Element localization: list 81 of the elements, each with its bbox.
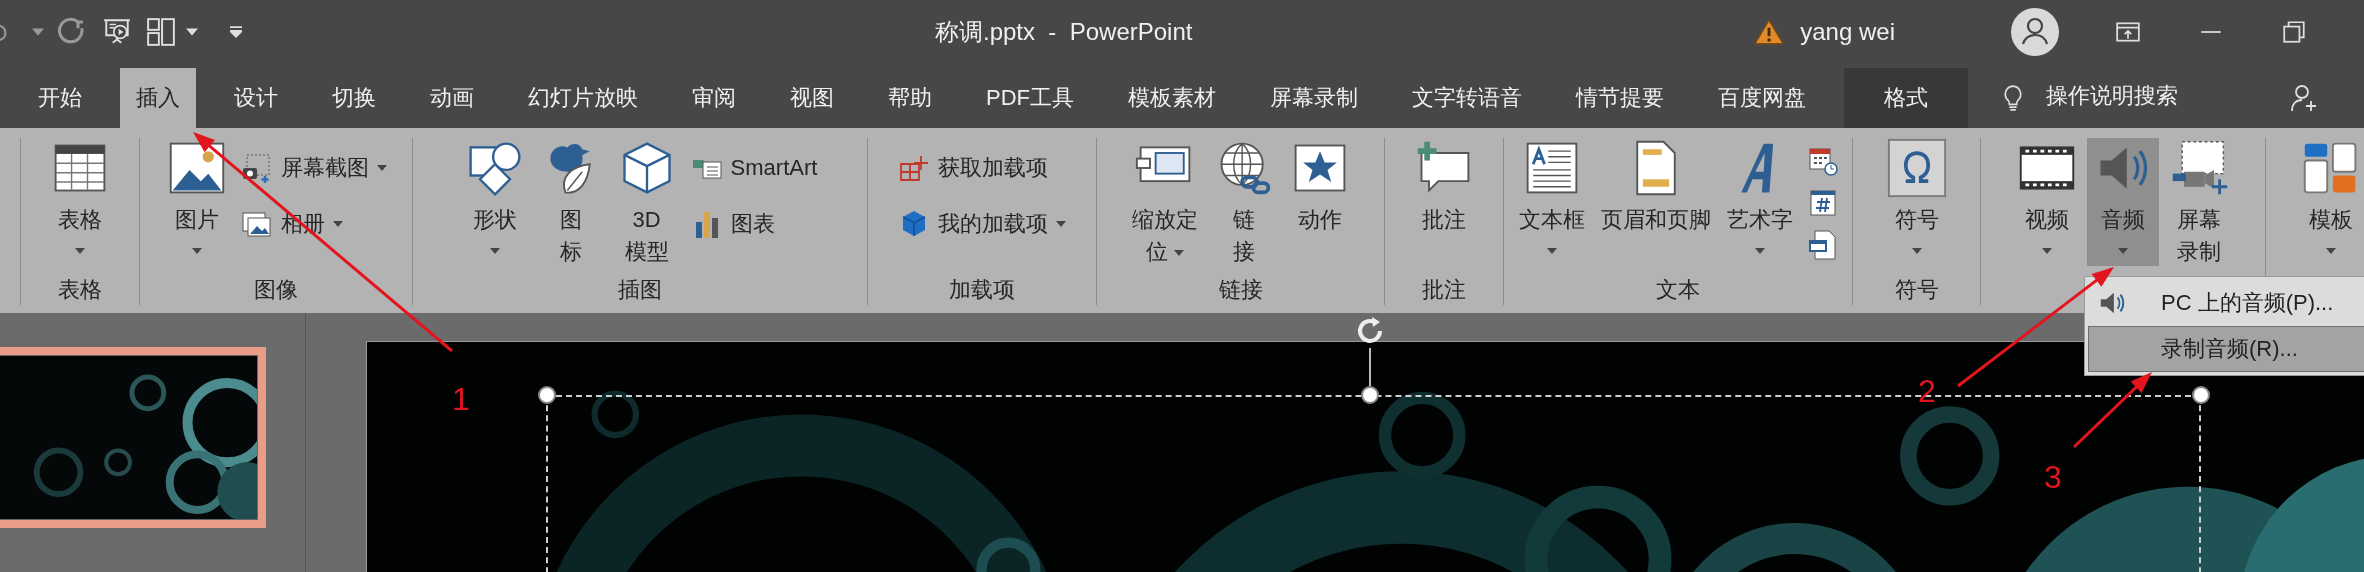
caret-icon (333, 221, 343, 227)
ribbon-tab[interactable]: 切换 (316, 68, 392, 128)
caret-icon (1547, 248, 1557, 254)
group-label: 图像 (253, 276, 299, 304)
caret-icon (377, 165, 387, 171)
user-name[interactable]: yang wei (1800, 17, 1895, 46)
tell-me-search[interactable]: 操作说明搜索 (2046, 81, 2178, 111)
caret-icon (2118, 248, 2128, 254)
ribbon-tab[interactable]: 幻灯片放映 (512, 68, 654, 128)
ribbon-tab[interactable]: 百度网盘 (1702, 68, 1822, 128)
ribbon-button[interactable]: 批注 (1408, 138, 1480, 266)
ribbon-tab[interactable]: 文字转语音 (1396, 68, 1538, 128)
ribbon-button[interactable]: 视频 (2011, 138, 2083, 266)
ribbon-button[interactable]: 图 标 (534, 138, 607, 266)
ribbon-tab[interactable]: 动画 (414, 68, 490, 128)
caret-icon[interactable] (32, 27, 44, 36)
ribbon-tab[interactable]: 视图 (774, 68, 850, 128)
ribbon-button[interactable]: 符号 (1880, 138, 1953, 266)
annotation-number: 2 (1918, 373, 1936, 409)
group-label: 批注 (1421, 276, 1467, 304)
slide-number-icon (1807, 187, 1839, 219)
caret-icon (192, 248, 202, 254)
caret-icon (1911, 248, 1922, 254)
ribbon-tab[interactable]: 屏幕录制 (1254, 68, 1374, 128)
caret-icon (2325, 248, 2336, 254)
ribbon-tab[interactable]: 帮助 (872, 68, 948, 128)
caret-icon (2042, 248, 2052, 254)
ribbon-button[interactable]: 形状 (458, 138, 531, 266)
caret-icon (1173, 250, 1184, 257)
calendar-clock-icon (1807, 145, 1839, 177)
screenshot-icon (241, 152, 273, 184)
annotation-number: 1 (452, 381, 470, 417)
ribbon-tab[interactable]: PDF工具 (970, 68, 1090, 128)
group-label: 链接 (1217, 276, 1264, 304)
window-title: 称调.pptx - PowerPoint (935, 16, 1193, 47)
avatar-icon[interactable] (2011, 7, 2059, 56)
ribbon-button[interactable]: 表格 (44, 138, 116, 266)
lightbulb-icon[interactable] (2002, 84, 2024, 112)
group-label: 加载项 (948, 276, 1016, 304)
ribbon-tab[interactable]: 插入 (120, 68, 196, 128)
warning-icon[interactable] (1754, 18, 1785, 45)
ribbon-button[interactable]: 艺术字 (1721, 138, 1799, 266)
caret-icon (1755, 248, 1765, 254)
group-label: 符号 (1893, 276, 1940, 304)
caret-icon (1056, 221, 1066, 227)
ribbon-button[interactable]: 3D 模型 (610, 138, 683, 266)
ribbon-button[interactable]: 图表 (686, 198, 822, 250)
ribbon-tab[interactable]: 格式 (1844, 68, 1968, 128)
ribbon-button[interactable]: 动作 (1283, 138, 1356, 266)
ribbon-tab[interactable]: 设计 (218, 68, 294, 128)
ribbon-tab[interactable]: 情节提要 (1560, 68, 1680, 128)
group-label: 文本 (1655, 276, 1701, 304)
ribbon-button[interactable]: 屏幕 录制 (2163, 138, 2235, 266)
ribbon-button[interactable]: 文本框 (1513, 138, 1591, 266)
caret-icon (489, 248, 500, 254)
group-label: 插图 (617, 276, 663, 304)
ribbon-button[interactable]: 屏幕截图 (237, 142, 391, 194)
ribbon-button[interactable]: 链 接 (1207, 138, 1280, 266)
share-person-icon[interactable] (2290, 84, 2318, 112)
ribbon-tab[interactable]: 审阅 (676, 68, 752, 128)
ribbon-button[interactable]: 模板 (2294, 138, 2364, 266)
menu-item[interactable]: PC 上的音频(P)... (2088, 280, 2364, 326)
ribbon-button[interactable]: 获取加载项 (894, 142, 1070, 194)
caret-icon (75, 248, 85, 254)
omega-icon (1886, 138, 1947, 198)
restore-icon[interactable] (2281, 18, 2307, 45)
group-label: 表格 (57, 276, 103, 304)
ribbon-button[interactable]: 缩放定 位 (1125, 138, 1204, 266)
ribbon-button[interactable]: SmartArt (686, 142, 822, 194)
object-icon (1807, 229, 1839, 261)
menu-item[interactable]: 录制音频(R)... (2088, 326, 2364, 372)
ribbon-button[interactable]: 图片 (161, 138, 233, 266)
annotation-number: 3 (2044, 459, 2062, 495)
ribbon-button[interactable]: 页眉和页脚 (1595, 138, 1717, 266)
customize-icon[interactable] (230, 25, 242, 38)
ribbon-button[interactable]: 音频 (2087, 138, 2159, 266)
ribbon-button[interactable]: 我的加载项 (894, 198, 1070, 250)
ribbon-tab[interactable]: 模板素材 (1112, 68, 1232, 128)
caret-icon[interactable] (186, 27, 198, 36)
ribbon-tab[interactable]: 开始 (22, 68, 98, 128)
layout-icon[interactable] (146, 16, 176, 47)
